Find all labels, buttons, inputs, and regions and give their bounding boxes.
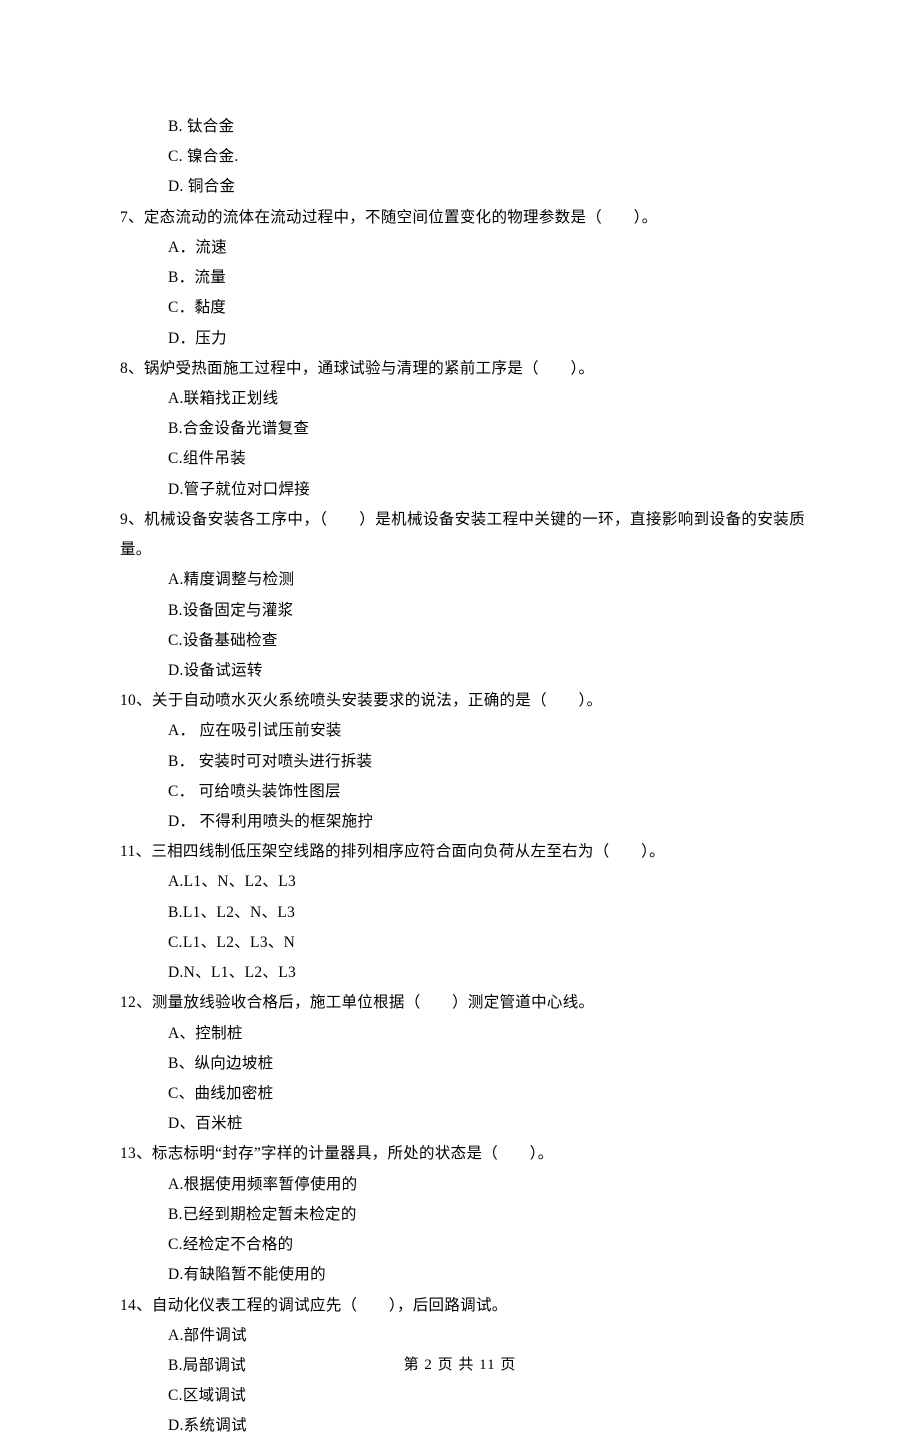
- option-text: B．流量: [120, 263, 805, 293]
- question-stem: 11、三相四线制低压架空线路的排列相序应符合面向负荷从左至右为（ ）。: [120, 837, 805, 867]
- question-stem: 9、机械设备安装各工序中，（ ）是机械设备安装工程中关键的一环，直接影响到设备的…: [120, 505, 805, 565]
- option-text: C．黏度: [120, 293, 805, 323]
- option-text: B、纵向边坡桩: [120, 1049, 805, 1079]
- question-stem: 7、定态流动的流体在流动过程中，不随空间位置变化的物理参数是（ ）。: [120, 203, 805, 233]
- option-text: C. 镍合金.: [120, 142, 805, 172]
- option-text: A、控制桩: [120, 1019, 805, 1049]
- option-text: B.L1、L2、N、L3: [120, 898, 805, 928]
- option-text: B.设备固定与灌浆: [120, 596, 805, 626]
- option-text: B． 安装时可对喷头进行拆装: [120, 747, 805, 777]
- question-stem: 8、锅炉受热面施工过程中，通球试验与清理的紧前工序是（ ）。: [120, 354, 805, 384]
- option-text: A.联箱找正划线: [120, 384, 805, 414]
- option-text: B.合金设备光谱复查: [120, 414, 805, 444]
- option-text: A．流速: [120, 233, 805, 263]
- question-stem: 10、关于自动喷水灭火系统喷头安装要求的说法，正确的是（ ）。: [120, 686, 805, 716]
- question-stem: 13、标志标明“封存”字样的计量器具，所处的状态是（ ）。: [120, 1139, 805, 1169]
- option-text: B. 钛合金: [120, 112, 805, 142]
- option-text: C.组件吊装: [120, 444, 805, 474]
- question-stem: 12、测量放线验收合格后，施工单位根据（ ）测定管道中心线。: [120, 988, 805, 1018]
- option-text: A． 应在吸引试压前安装: [120, 716, 805, 746]
- option-text: A.L1、N、L2、L3: [120, 867, 805, 897]
- option-text: C.设备基础检查: [120, 626, 805, 656]
- question-stem: 14、自动化仪表工程的调试应先（ ），后回路调试。: [120, 1291, 805, 1321]
- option-text: C、曲线加密桩: [120, 1079, 805, 1109]
- option-text: B.已经到期检定暂未检定的: [120, 1200, 805, 1230]
- page-footer: 第 2 页 共 11 页: [0, 1351, 920, 1380]
- option-text: A.根据使用频率暂停使用的: [120, 1170, 805, 1200]
- option-text: A.部件调试: [120, 1321, 805, 1351]
- option-text: C.经检定不合格的: [120, 1230, 805, 1260]
- option-text: D.管子就位对口焊接: [120, 475, 805, 505]
- option-text: D.设备试运转: [120, 656, 805, 686]
- option-text: D.有缺陷暂不能使用的: [120, 1260, 805, 1290]
- option-text: C.区域调试: [120, 1381, 805, 1411]
- option-text: C.L1、L2、L3、N: [120, 928, 805, 958]
- option-text: D. 铜合金: [120, 172, 805, 202]
- option-text: D． 不得利用喷头的框架施拧: [120, 807, 805, 837]
- option-text: A.精度调整与检测: [120, 565, 805, 595]
- option-text: C． 可给喷头装饰性图层: [120, 777, 805, 807]
- option-text: D．压力: [120, 324, 805, 354]
- option-text: D.系统调试: [120, 1411, 805, 1441]
- option-text: D.N、L1、L2、L3: [120, 958, 805, 988]
- document-page: B. 钛合金 C. 镍合金. D. 铜合金 7、定态流动的流体在流动过程中，不随…: [0, 0, 920, 1442]
- option-text: D、百米桩: [120, 1109, 805, 1139]
